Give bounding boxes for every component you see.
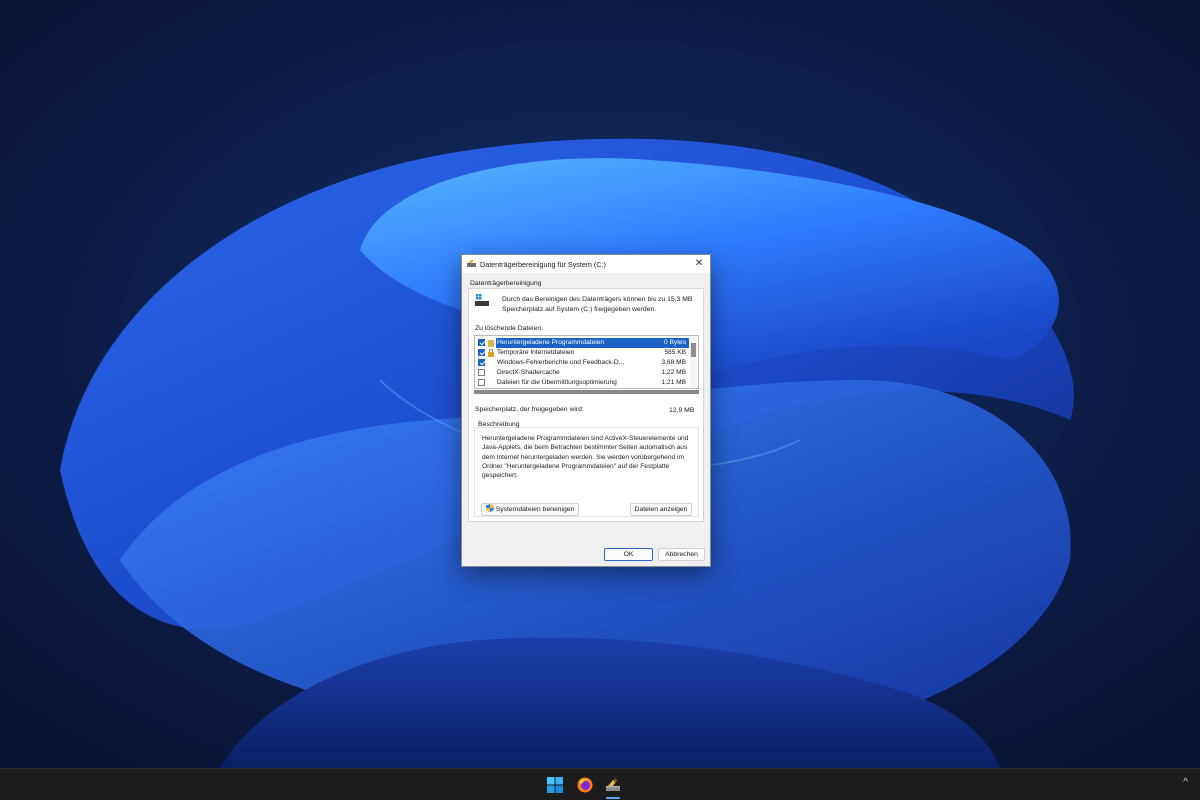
file-checkbox[interactable]	[478, 349, 485, 356]
cancel-button[interactable]: Abbrechen	[658, 548, 705, 561]
description-label: Beschreibung	[478, 421, 520, 428]
drive-icon	[475, 294, 489, 306]
clean-system-files-button[interactable]: Systemdateien bereinigen	[481, 503, 579, 516]
file-checkbox[interactable]	[478, 379, 485, 386]
description-text: Heruntergeladene Programmdateien sind Ac…	[482, 435, 689, 480]
vertical-scrollbar[interactable]	[690, 337, 697, 387]
file-size: 0 Bytes	[664, 339, 686, 346]
list-item[interactable]: Windows-Fehlerberichte und Feedback-D...…	[476, 358, 689, 368]
show-files-button[interactable]: Dateien anzeigen	[630, 503, 692, 516]
list-item[interactable]: Temporäre Internetdateien 585 KB	[476, 348, 689, 358]
disk-cleanup-dialog: Datenträgerbereinigung für System (C:) ✕…	[461, 254, 711, 567]
space-freed-value: 12,9 MB	[669, 407, 695, 414]
list-item[interactable]: Dateien für die Übermittlungsoptimierung…	[476, 378, 689, 388]
intro-text: Durch das Bereinigen des Datenträgers kö…	[502, 296, 693, 313]
ok-button[interactable]: OK	[604, 548, 653, 561]
file-size: 1,22 MB	[661, 369, 686, 376]
scrollbar-thumb[interactable]	[691, 343, 696, 357]
file-size: 1,21 MB	[661, 379, 686, 386]
file-name: DirectX-Shadercache	[497, 369, 560, 376]
file-checkbox[interactable]	[478, 359, 485, 366]
dialog-titlebar[interactable]: Datenträgerbereinigung für System (C:) ✕	[462, 255, 710, 273]
windows-start-icon[interactable]	[547, 777, 563, 793]
clean-system-files-label: Systemdateien bereinigen	[495, 506, 575, 513]
folder-icon	[488, 340, 494, 347]
file-checkbox[interactable]	[478, 339, 485, 346]
file-size: 3,68 MB	[661, 359, 686, 366]
active-app-indicator	[606, 797, 620, 799]
disk-cleanup-icon[interactable]	[605, 777, 621, 793]
files-list[interactable]: Heruntergeladene Programmdateien 0 Bytes…	[474, 335, 699, 389]
file-name: Dateien für die Übermittlungsoptimierung	[497, 379, 617, 386]
file-checkbox[interactable]	[478, 369, 485, 376]
files-to-delete-label: Zu löschende Dateien:	[475, 325, 544, 332]
horizontal-scrollbar[interactable]	[474, 390, 699, 394]
file-name: Temporäre Internetdateien	[497, 349, 575, 356]
taskbar: ^	[0, 768, 1200, 800]
list-item[interactable]: DirectX-Shadercache 1,22 MB	[476, 368, 689, 378]
dialog-title: Datenträgerbereinigung für System (C:)	[480, 260, 606, 269]
firefox-icon[interactable]	[577, 777, 593, 793]
close-button[interactable]: ✕	[692, 257, 706, 271]
file-name: Heruntergeladene Programmdateien	[497, 339, 605, 346]
file-size: 585 KB	[664, 349, 686, 356]
list-item[interactable]: Heruntergeladene Programmdateien 0 Bytes	[476, 338, 689, 348]
file-name: Windows-Fehlerberichte und Feedback-D...	[497, 359, 625, 366]
lock-icon	[488, 349, 494, 357]
space-freed-label: Speicherplatz, der freigegeben wird:	[475, 406, 584, 413]
disk-cleanup-icon	[467, 260, 476, 267]
show-hidden-icons-chevron[interactable]: ^	[1183, 777, 1188, 788]
tab-disk-cleanup[interactable]: Datenträgerbereinigung	[470, 280, 541, 287]
uac-shield-icon	[485, 504, 494, 512]
